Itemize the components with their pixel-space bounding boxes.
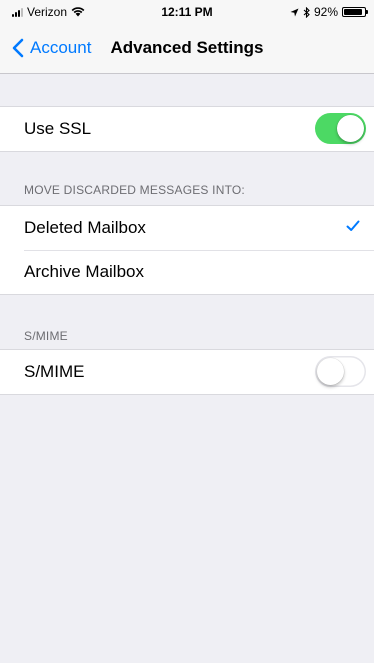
status-right: 92% [290, 5, 368, 19]
toggle-knob [317, 358, 344, 385]
use-ssl-label: Use SSL [24, 119, 92, 138]
use-ssl-row: Use SSL [0, 107, 374, 151]
ssl-group: Use SSL [0, 106, 374, 152]
battery-percent: 92% [313, 5, 338, 19]
smime-group: S/MIME [0, 349, 374, 395]
smime-label: S/MIME [24, 362, 85, 381]
discarded-section-header: MOVE DISCARDED MESSAGES INTO: [24, 183, 245, 197]
discarded-group: Deleted Mailbox Archive Mailbox [0, 205, 374, 295]
deleted-mailbox-row[interactable]: Deleted Mailbox [0, 206, 374, 250]
battery-icon [342, 7, 368, 17]
archive-mailbox-row[interactable]: Archive Mailbox [0, 250, 374, 294]
bluetooth-icon [303, 6, 310, 18]
use-ssl-toggle[interactable] [315, 113, 366, 144]
smime-row: S/MIME [0, 350, 374, 394]
location-icon [290, 8, 299, 16]
smime-toggle[interactable] [315, 356, 366, 387]
status-bar: Verizon 12:11 PM 92% [0, 0, 374, 22]
toggle-knob [337, 115, 364, 142]
battery-fill [344, 9, 363, 15]
archive-mailbox-label: Archive Mailbox [24, 262, 144, 281]
navigation-bar: Account Advanced Settings [0, 22, 374, 74]
checkmark-icon [346, 220, 360, 231]
page-title: Advanced Settings [110, 38, 264, 57]
smime-section-header: S/MIME [24, 329, 68, 343]
deleted-mailbox-label: Deleted Mailbox [24, 218, 146, 237]
